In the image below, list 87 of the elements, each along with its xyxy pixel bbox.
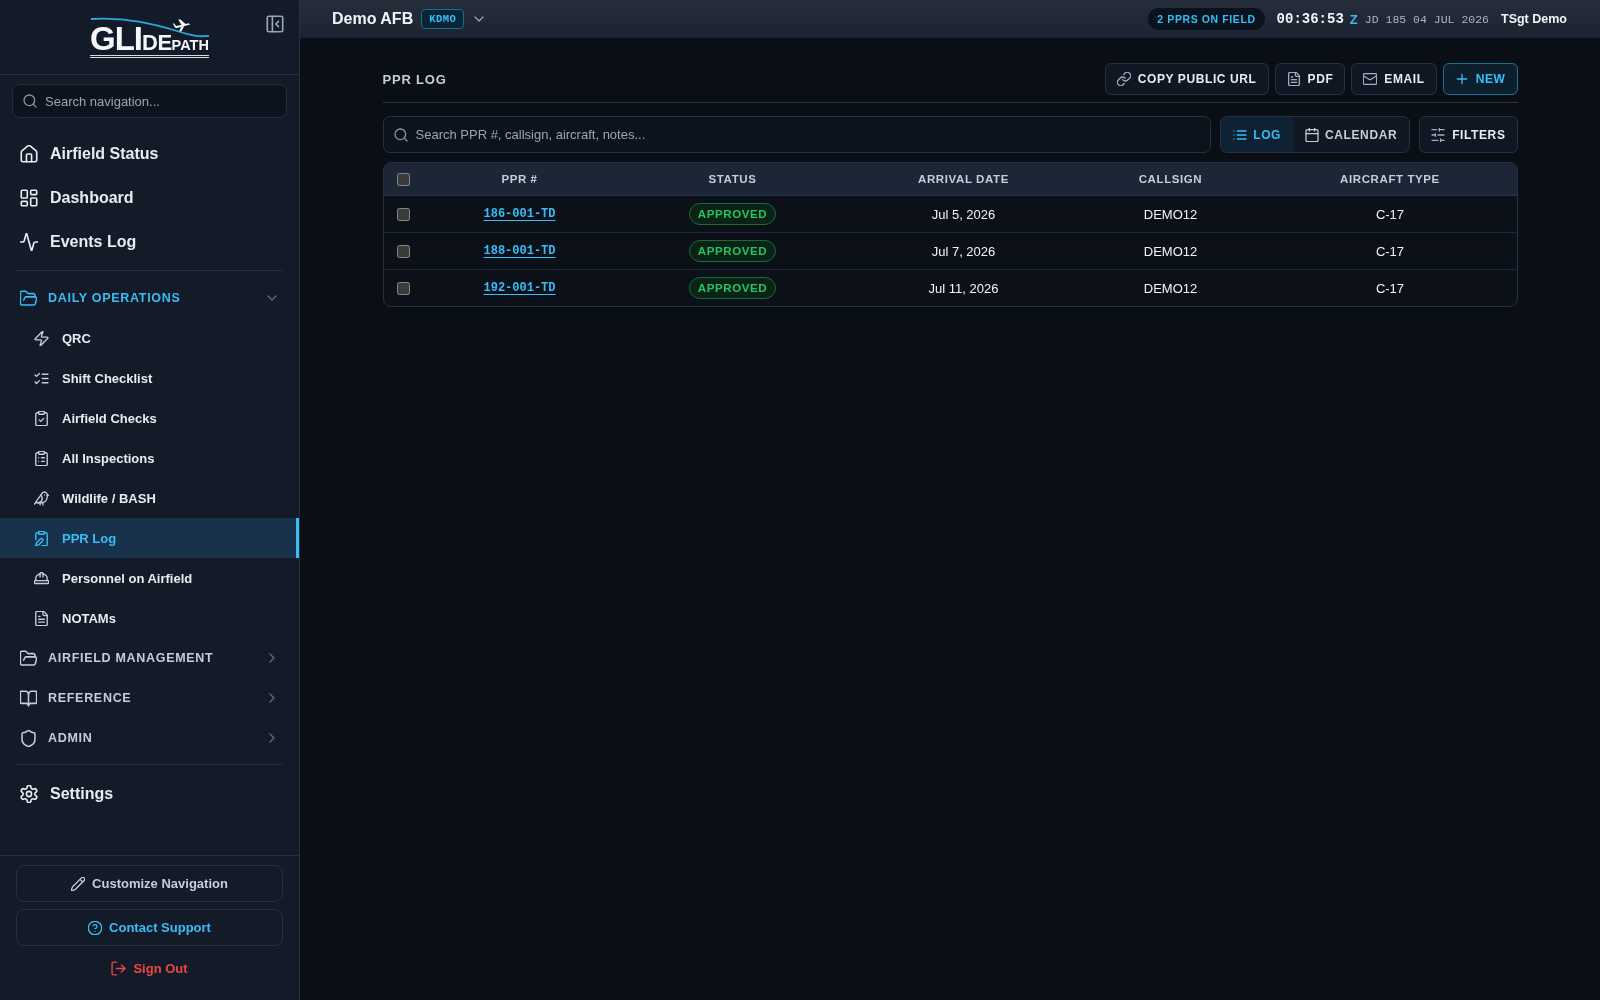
nav-item[interactable]: Events Log — [0, 220, 299, 264]
ppr-link[interactable]: 186-001-TD — [483, 207, 556, 221]
table-cell: DEMO12 — [1143, 280, 1198, 296]
ppr-link[interactable]: 192-001-TD — [483, 281, 556, 295]
mail-icon — [1363, 72, 1378, 86]
row-checkbox[interactable] — [397, 281, 410, 295]
airfield-code-badge: KDMO — [421, 9, 465, 29]
checklist-icon — [34, 370, 49, 386]
sign-out-button[interactable]: Sign Out — [111, 955, 188, 982]
column-header: CALLSIGN — [1138, 173, 1203, 185]
nav-item[interactable]: Shift Checklist — [0, 358, 299, 398]
search-field[interactable]: Search navigation... — [12, 84, 287, 118]
pulse-icon — [20, 233, 38, 251]
settings-icon — [20, 785, 38, 803]
shield-icon — [20, 729, 37, 747]
contact-support-button[interactable]: Contact Support — [16, 909, 283, 946]
nav-section-header[interactable]: AIRFIELD MANAGEMENT — [0, 638, 299, 678]
copy-url-button[interactable]: COPY PUBLIC URL — [1104, 63, 1269, 95]
nav-item[interactable]: Dashboard — [0, 176, 299, 220]
ppr-link[interactable]: 188-001-TD — [483, 244, 556, 258]
link-icon — [1116, 72, 1131, 86]
table-cell: C-17 — [1375, 206, 1405, 222]
dashboard-icon — [20, 189, 38, 207]
nav-item[interactable]: NOTAMs — [0, 598, 299, 638]
column-header: PPR # — [501, 173, 538, 185]
book-icon — [20, 689, 37, 707]
clipboard-list-icon — [34, 450, 49, 466]
table-cell: DEMO12 — [1143, 206, 1198, 222]
user-name: TSgt Demo — [1501, 12, 1567, 26]
hard-hat-icon — [34, 570, 49, 586]
nav-item[interactable]: All Inspections — [0, 438, 299, 478]
table-cell: Jul 11, 2026 — [928, 280, 999, 296]
calendar-icon — [1305, 127, 1320, 142]
status-badge: APPROVED — [688, 240, 777, 262]
clock-time: 00:36:53 — [1276, 11, 1344, 27]
nav-section-header[interactable]: ADMIN — [0, 718, 299, 758]
select-all-checkbox[interactable] — [397, 172, 410, 186]
row-checkbox[interactable] — [397, 207, 410, 221]
clipboard-check-icon — [34, 410, 49, 426]
bird-icon — [34, 490, 49, 506]
collapse-sidebar-icon[interactable] — [266, 15, 284, 33]
help-icon — [88, 920, 103, 935]
status-badge: APPROVED — [688, 203, 777, 225]
status-badge: APPROVED — [688, 277, 777, 299]
email-button[interactable]: EMAIL — [1351, 63, 1437, 95]
table-cell: C-17 — [1375, 280, 1405, 296]
table-cell: C-17 — [1375, 243, 1405, 259]
document-icon — [1286, 72, 1301, 86]
nav-item[interactable]: Wildlife / BASH — [0, 478, 299, 518]
table-cell: Jul 7, 2026 — [931, 243, 996, 259]
column-header: STATUS — [708, 173, 757, 185]
filters-button[interactable]: FILTERS — [1419, 116, 1518, 153]
view-tab[interactable]: CALENDAR — [1293, 117, 1410, 152]
julian-date: JD 185 04 JUL 2026 — [1364, 12, 1489, 26]
pencil-icon — [71, 876, 86, 891]
nav-section-header[interactable]: REFERENCE — [0, 678, 299, 718]
table-cell: DEMO12 — [1143, 243, 1198, 259]
time-zone: Z — [1349, 11, 1358, 27]
nav-item[interactable]: PPR Log — [0, 518, 299, 558]
sliders-icon — [1431, 127, 1446, 142]
nav-item[interactable]: Settings — [0, 772, 299, 816]
lightning-icon — [34, 330, 49, 346]
view-tab[interactable]: LOG — [1221, 117, 1294, 152]
table-cell: Jul 5, 2026 — [931, 206, 996, 222]
pdf-button[interactable]: PDF — [1274, 63, 1346, 95]
glidepath-logo: GLIDEPATH — [90, 16, 209, 58]
nav-item[interactable]: QRC — [0, 318, 299, 358]
sign-out-icon — [111, 961, 127, 976]
column-header: ARRIVAL DATE — [918, 173, 1009, 185]
nav-section-header[interactable]: DAILY OPERATIONS — [0, 278, 299, 318]
clipboard-pen-icon — [34, 530, 49, 546]
new-button[interactable]: NEW — [1442, 63, 1518, 95]
home-icon — [20, 145, 38, 163]
ppr-count-badge: 2 PPRS ON FIELD — [1148, 8, 1265, 30]
nav-item[interactable]: Personnel on Airfield — [0, 558, 299, 598]
plus-icon — [1454, 72, 1469, 86]
nav-item[interactable]: Airfield Checks — [0, 398, 299, 438]
folder-icon — [20, 289, 37, 307]
column-header: AIRCRAFT TYPE — [1340, 173, 1440, 185]
nav-item[interactable]: Airfield Status — [0, 132, 299, 176]
document-icon — [34, 610, 49, 626]
base-name: Demo AFB — [332, 10, 414, 28]
page-title: PPR LOG — [382, 71, 447, 87]
customize-navigation-button[interactable]: Customize Navigation — [16, 865, 283, 902]
folder-icon — [20, 649, 37, 667]
row-checkbox[interactable] — [397, 244, 410, 258]
search-field[interactable]: Search PPR #, callsign, aircraft, notes... — [382, 116, 1212, 153]
